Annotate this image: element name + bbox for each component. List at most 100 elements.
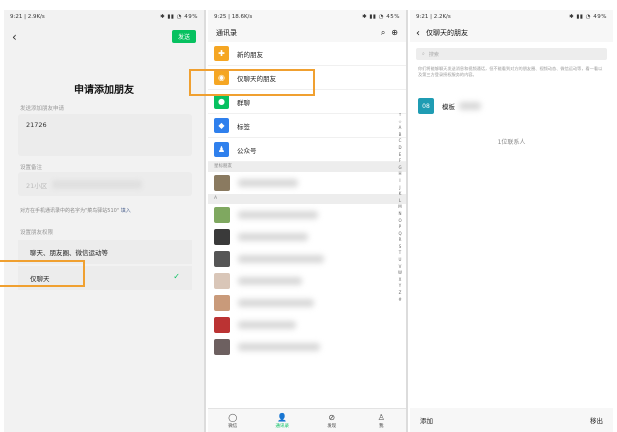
alphabet-index-letter[interactable]: G <box>398 165 402 172</box>
compass-icon: ⊘ <box>328 412 336 422</box>
official-account-icon: ♟ <box>214 142 229 157</box>
contacts-title: 通讯录 <box>216 29 237 37</box>
remark-value: 21小区 <box>26 182 48 190</box>
alphabet-index-letter[interactable]: L <box>398 198 402 205</box>
alphabet-index-letter[interactable]: D <box>398 145 402 152</box>
alphabet-index-letter[interactable]: P <box>398 224 402 231</box>
alphabet-index-letter[interactable]: E <box>398 152 402 159</box>
alphabet-index-letter[interactable]: C <box>398 138 402 145</box>
alphabet-index-letter[interactable]: S <box>398 244 402 251</box>
remark-label: 设置备注 <box>20 165 43 171</box>
divider <box>406 10 408 432</box>
remark-field[interactable]: 21小区 <box>18 172 192 196</box>
alphabet-index-letter[interactable]: N <box>398 211 402 218</box>
status-battery: ✱ ▮▮ ◔ 49% <box>569 14 607 20</box>
alphabet-index[interactable]: ↑ ☆ A B C D E F G H I J K L M N O P Q R S T U V W X Y Z # <box>398 112 402 303</box>
nav-bar: ‹ 发送 <box>4 24 204 54</box>
alphabet-index-letter[interactable]: A <box>398 125 402 132</box>
alphabet-index-letter[interactable]: U <box>398 257 402 264</box>
alphabet-index-letter[interactable]: I <box>398 178 402 185</box>
search-input[interactable]: ⌕ 搜索 <box>416 48 607 60</box>
status-battery: ✱ ▮▮ ◔ 49% <box>160 14 198 20</box>
alphabet-index-letter[interactable]: X <box>398 277 402 284</box>
chat-only-friends-screen: 9:21 | 2.2K/s ✱ ▮▮ ◔ 49% ‹ 仅聊天的朋友 ⌕ 搜索 你… <box>410 10 613 432</box>
alphabet-index-letter[interactable]: R <box>398 237 402 244</box>
list-item[interactable] <box>208 204 406 226</box>
list-item[interactable] <box>208 336 406 358</box>
alphabet-index-letter[interactable]: ↑ <box>398 112 402 119</box>
fill-in-link[interactable]: 填入 <box>121 208 131 214</box>
back-chevron-icon[interactable]: ‹ <box>416 28 420 39</box>
tab-me[interactable]: ♙ 我 <box>361 409 401 432</box>
search-icon: ⌕ <box>422 51 425 57</box>
nav-bar: ‹ 仅聊天的朋友 <box>410 24 613 42</box>
contact-name-redacted <box>238 321 296 329</box>
alphabet-index-letter[interactable]: ☆ <box>398 119 402 126</box>
alphabet-index-letter[interactable]: J <box>398 185 402 192</box>
profile-icon: ♙ <box>377 412 385 422</box>
request-message-field[interactable]: 21726 <box>18 114 192 156</box>
alphabet-index-letter[interactable]: T <box>398 250 402 257</box>
add-circle-icon[interactable]: ⊕ <box>391 28 398 38</box>
status-bar: 9:21 | 2.9K/s ✱ ▮▮ ◔ 49% <box>4 10 204 24</box>
alphabet-index-letter[interactable]: V <box>398 264 402 271</box>
contact-count: 1位联系人 <box>497 139 526 146</box>
group-icon: ● <box>214 94 229 109</box>
alphabet-index-letter[interactable]: H <box>398 171 402 178</box>
list-item[interactable] <box>208 226 406 248</box>
list-item[interactable] <box>208 172 406 194</box>
highlight-box <box>0 260 85 287</box>
row-label: 公众号 <box>237 146 257 155</box>
tab-contacts[interactable]: 👤 通讯录 <box>262 409 302 432</box>
alphabet-index-letter[interactable]: # <box>398 297 402 304</box>
avatar: 08 <box>418 98 434 114</box>
back-chevron-icon[interactable]: ‹ <box>12 30 17 44</box>
alphabet-index-letter[interactable]: B <box>398 132 402 139</box>
contact-name-redacted <box>238 255 324 263</box>
remove-button[interactable]: 移出 <box>590 415 603 425</box>
status-time: 9:25 | 18.6K/s <box>214 14 253 20</box>
contact-name-redacted <box>238 179 298 187</box>
tag-icon: ◆ <box>214 118 229 133</box>
tags-row[interactable]: ◆ 标签 <box>208 114 406 138</box>
chat-bubble-icon: ◯ <box>228 412 238 422</box>
search-icon[interactable]: ⌕ <box>381 28 385 38</box>
avatar <box>214 339 230 355</box>
add-friend-screen: 9:21 | 2.9K/s ✱ ▮▮ ◔ 49% ‹ 发送 申请添加朋友 发送添… <box>4 10 204 432</box>
contacts-header: 通讯录 ⌕ ⊕ <box>208 24 406 42</box>
new-friends-row[interactable]: ✚ 新的朋友 <box>208 42 406 66</box>
alphabet-index-letter[interactable]: O <box>398 218 402 225</box>
list-item[interactable] <box>208 314 406 336</box>
status-time: 9:21 | 2.2K/s <box>416 14 451 20</box>
alphabet-index-letter[interactable]: Q <box>398 231 402 238</box>
alphabet-index-letter[interactable]: Z <box>398 290 402 297</box>
alphabet-index-letter[interactable]: F <box>398 158 402 165</box>
list-item[interactable] <box>208 292 406 314</box>
contacts-icon: 👤 <box>277 412 288 422</box>
row-label: 标签 <box>237 122 250 131</box>
contact-name: 模板 <box>442 103 455 111</box>
status-battery: ✱ ▮▮ ◔ 45% <box>362 14 400 20</box>
status-bar: 9:25 | 18.6K/s ✱ ▮▮ ◔ 45% <box>208 10 406 24</box>
tab-chats[interactable]: ◯ 微信 <box>213 409 253 432</box>
alphabet-index-letter[interactable]: K <box>398 191 402 198</box>
highlight-box <box>189 69 315 96</box>
request-message-value: 21726 <box>26 121 47 129</box>
request-label: 发送添加朋友申请 <box>20 106 65 112</box>
tab-discover[interactable]: ⊘ 发现 <box>312 409 352 432</box>
contact-name-redacted <box>238 277 302 285</box>
row-label: 新的朋友 <box>237 50 263 59</box>
list-item[interactable] <box>208 270 406 292</box>
send-button[interactable]: 发送 <box>172 30 196 43</box>
permission-label: 设置朋友权限 <box>20 230 54 236</box>
alphabet-index-letter[interactable]: W <box>398 270 402 277</box>
list-item[interactable]: 08 模板 <box>418 98 481 114</box>
alphabet-index-letter[interactable]: Y <box>398 283 402 290</box>
page-title: 仅聊天的朋友 <box>426 29 468 37</box>
alphabet-index-letter[interactable]: M <box>398 204 402 211</box>
list-item[interactable] <box>208 248 406 270</box>
add-button[interactable]: 添加 <box>420 415 433 425</box>
starred-header: 星标朋友 <box>208 162 406 172</box>
official-accounts-row[interactable]: ♟ 公众号 <box>208 138 406 162</box>
section-header-a: A <box>208 194 406 204</box>
